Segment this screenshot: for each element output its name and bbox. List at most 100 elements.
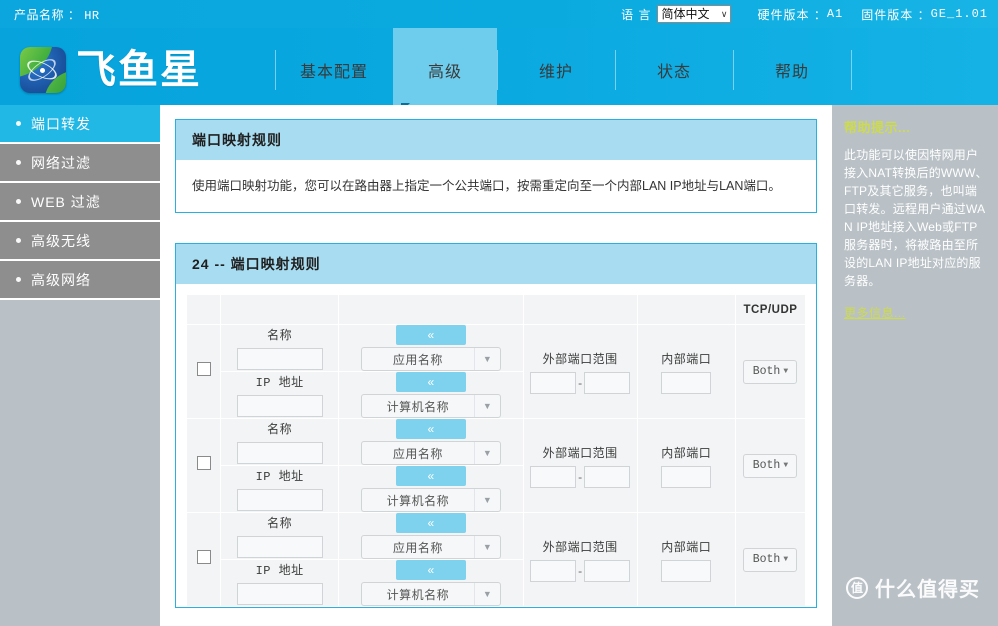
nav-item-basic[interactable]: 基本配置 — [275, 28, 393, 112]
main-content: 端口映射规则 使用端口映射功能，您可以在路由器上指定一个公共端口，按需重定向至一… — [160, 105, 832, 626]
sidebar-item-port-forward[interactable]: 端口转发 — [0, 105, 160, 144]
name-input[interactable] — [236, 348, 323, 370]
apply-computer-name-button[interactable]: « — [395, 372, 466, 392]
intro-panel-description: 使用端口映射功能，您可以在路由器上指定一个公共端口，按需重定向至一个内部LAN … — [192, 179, 781, 193]
rules-panel: 24 -- 端口映射规则 TCP/UDP 名称 « 应用名称 ▼ 外部端口范围 … — [175, 243, 817, 608]
bullet-icon — [16, 199, 21, 204]
row-internal-cell: 内部端口 — [636, 418, 736, 513]
nav-item-status[interactable]: 状态 — [615, 28, 733, 112]
computer-name-select-value: 计算机名称 — [386, 399, 450, 414]
bullet-icon — [16, 160, 21, 165]
row-name-cell: 名称 — [220, 418, 340, 466]
language-label: 语 言 — [621, 7, 652, 22]
internal-port-input[interactable] — [661, 465, 712, 488]
apply-computer-name-button[interactable]: « — [395, 466, 466, 486]
row-app-cell: « 应用名称 ▼ — [338, 512, 524, 560]
rules-panel-title: 24 -- 端口映射规则 — [176, 244, 816, 284]
external-range-label: 外部端口范围 — [542, 445, 618, 460]
computer-name-select[interactable]: 计算机名称 ▼ — [360, 582, 501, 606]
row-ip-cell: IP 地址 — [220, 371, 340, 419]
row-protocol-cell: Both ▼ — [734, 418, 807, 513]
watermark-text: 什么值得买 — [875, 579, 980, 601]
protocol-select[interactable]: Both ▼ — [743, 547, 798, 572]
globe-logo-icon — [20, 47, 66, 93]
external-port-from-input[interactable] — [530, 559, 577, 582]
name-label: 名称 — [267, 328, 293, 342]
nav-item-advanced[interactable]: 高级 — [393, 28, 497, 112]
rules-table-wrapper: TCP/UDP 名称 « 应用名称 ▼ 外部端口范围 - 内部端口 Both ▼… — [176, 284, 816, 607]
external-port-to-input[interactable] — [584, 559, 631, 582]
row-select-cell — [185, 324, 222, 419]
table-row: 名称 « 应用名称 ▼ 外部端口范围 - 内部端口 Both ▼ — [185, 324, 807, 419]
sidebar-item-web-filter[interactable]: WEB 过滤 — [0, 183, 160, 222]
chevron-down-icon: ▼ — [473, 442, 500, 464]
computer-name-select[interactable]: 计算机名称 ▼ — [360, 394, 501, 418]
row-checkbox[interactable] — [196, 550, 211, 564]
row-name-cell: 名称 — [220, 324, 340, 372]
product-name-label: 产品名称 ： — [14, 7, 81, 22]
external-port-to-input[interactable] — [584, 465, 631, 488]
sidebar-item-network-filter[interactable]: 网络过滤 — [0, 144, 160, 183]
apply-computer-name-button[interactable]: « — [395, 560, 466, 580]
protocol-select[interactable]: Both ▼ — [743, 359, 798, 384]
bullet-icon — [16, 121, 21, 126]
language-select[interactable]: 简体中文 — [657, 5, 732, 23]
range-dash: - — [578, 375, 583, 390]
external-port-from-input[interactable] — [530, 465, 577, 488]
protocol-select-value: Both — [752, 553, 781, 566]
protocol-select[interactable]: Both ▼ — [743, 453, 798, 478]
intro-panel-title: 端口映射规则 — [176, 120, 816, 160]
ip-address-input[interactable] — [236, 489, 323, 511]
app-name-select-value: 应用名称 — [392, 540, 443, 555]
row-ip-cell: IP 地址 — [220, 559, 340, 607]
ip-address-input[interactable] — [236, 583, 323, 605]
apply-app-name-button[interactable]: « — [395, 325, 466, 345]
row-internal-cell: 内部端口 — [636, 324, 736, 419]
product-name-value: HR — [84, 8, 100, 23]
brand-logo: 飞鱼星 — [0, 28, 275, 112]
apply-app-name-button[interactable]: « — [395, 513, 466, 533]
nav-item-label: 基本配置 — [299, 64, 368, 81]
app-name-select[interactable]: 应用名称 ▼ — [360, 441, 501, 465]
chevron-down-icon: ▼ — [473, 583, 500, 605]
name-input[interactable] — [236, 442, 323, 464]
row-computer-cell: « 计算机名称 ▼ — [338, 559, 524, 607]
language-select-wrapper[interactable]: 简体中文 ∨ — [651, 5, 739, 23]
external-range-label: 外部端口范围 — [542, 351, 618, 366]
row-select-cell — [185, 418, 222, 513]
row-checkbox[interactable] — [196, 456, 211, 470]
name-input[interactable] — [236, 536, 323, 558]
sidebar: 端口转发 网络过滤 WEB 过滤 高级无线 高级网络 — [0, 105, 160, 626]
computer-name-select-value: 计算机名称 — [386, 587, 450, 602]
internal-port-input[interactable] — [661, 559, 712, 582]
main-nav: 基本配置 高级 维护 状态 帮助 — [275, 28, 852, 112]
name-label: 名称 — [267, 422, 293, 436]
help-more-link[interactable]: 更多信息... — [844, 304, 906, 321]
computer-name-select[interactable]: 计算机名称 ▼ — [360, 488, 501, 512]
nav-item-label: 高级 — [427, 64, 462, 81]
firmware-version-value: GE_1.01 — [930, 7, 988, 21]
app-name-select[interactable]: 应用名称 ▼ — [360, 347, 501, 371]
external-port-from-input[interactable] — [530, 371, 577, 394]
row-checkbox[interactable] — [196, 362, 211, 376]
nav-item-help[interactable]: 帮助 — [733, 28, 851, 112]
nav-item-label: 帮助 — [774, 64, 809, 81]
header-internal — [636, 294, 736, 325]
ip-address-label: IP 地址 — [255, 470, 304, 484]
nav-item-maintenance[interactable]: 维护 — [497, 28, 615, 112]
sidebar-item-advanced-network[interactable]: 高级网络 — [0, 261, 160, 300]
table-row: 名称 « 应用名称 ▼ 外部端口范围 - 内部端口 Both ▼ — [185, 512, 807, 607]
intro-panel: 端口映射规则 使用端口映射功能，您可以在路由器上指定一个公共端口，按需重定向至一… — [175, 119, 817, 213]
row-select-cell — [185, 512, 222, 607]
row-protocol-cell: Both ▼ — [734, 512, 807, 607]
internal-port-input[interactable] — [661, 371, 712, 394]
app-name-select[interactable]: 应用名称 ▼ — [360, 535, 501, 559]
ip-address-input[interactable] — [236, 395, 323, 417]
nav-item-label: 维护 — [538, 64, 573, 81]
sidebar-item-label: WEB 过滤 — [31, 193, 101, 210]
row-ip-cell: IP 地址 — [220, 465, 340, 513]
apply-app-name-button[interactable]: « — [395, 419, 466, 439]
sidebar-item-advanced-wireless[interactable]: 高级无线 — [0, 222, 160, 261]
external-port-to-input[interactable] — [584, 371, 631, 394]
site-header: 飞鱼星 基本配置 高级 维护 状态 帮助 — [0, 28, 998, 112]
